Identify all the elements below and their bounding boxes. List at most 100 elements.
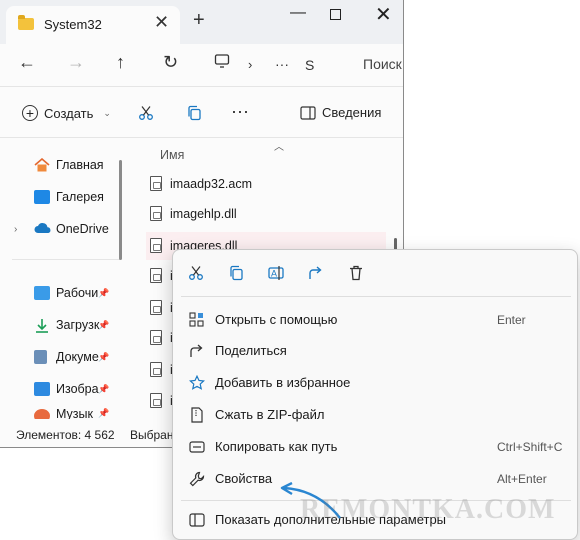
share-icon[interactable]: [307, 264, 325, 282]
divider: [12, 259, 120, 260]
sidebar-item-gallery[interactable]: Галерея: [0, 183, 120, 211]
downloads-icon: [34, 318, 50, 333]
menu-item-label: Свойства: [215, 471, 273, 486]
monitor-icon[interactable]: [214, 53, 230, 73]
refresh-icon[interactable]: ↻: [163, 52, 178, 72]
sidebar-scrollbar[interactable]: [119, 160, 122, 260]
create-label: Создать: [44, 105, 94, 121]
sidebar-item-music[interactable]: Музык 📌: [0, 407, 120, 419]
menu-item-label: Копировать как путь: [215, 439, 338, 454]
pin-icon: 📌: [98, 383, 110, 394]
folder-icon: [18, 15, 34, 30]
dll-file-icon: [150, 300, 162, 315]
file-icon: [150, 176, 162, 191]
menu-item-zip[interactable]: Сжать в ZIP-файл: [177, 400, 575, 430]
pictures-icon: [34, 382, 50, 396]
tab-close-icon[interactable]: ✕: [154, 12, 169, 33]
column-header-name[interactable]: Имя: [160, 148, 184, 162]
svg-text:A: A: [271, 269, 277, 279]
menu-item-label: Сжать в ZIP-файл: [215, 407, 325, 422]
sort-ascending-icon[interactable]: ︿: [274, 138, 284, 153]
menu-item-label: Открыть с помощью: [215, 312, 338, 327]
dll-file-icon: [150, 330, 162, 345]
sidebar-item-label: OneDrive: [56, 222, 109, 236]
forward-arrow-icon[interactable]: →: [67, 52, 85, 72]
gallery-icon: [34, 190, 50, 204]
search-input[interactable]: Поиск: [363, 56, 402, 72]
divider: [0, 86, 403, 87]
sidebar-item-label: Главная: [56, 158, 104, 172]
desktop-icon: [34, 286, 50, 300]
menu-item-share[interactable]: Поделиться: [177, 336, 575, 366]
sidebar-item-desktop[interactable]: Рабочи 📌: [0, 279, 120, 307]
sidebar-item-downloads[interactable]: Загрузк 📌: [0, 311, 120, 339]
details-label: Сведения: [322, 105, 382, 120]
onedrive-icon: [34, 222, 51, 236]
breadcrumb-system32[interactable]: S: [305, 55, 314, 75]
sidebar-item-label: Рабочи: [56, 286, 99, 300]
delete-icon[interactable]: [347, 264, 365, 282]
sidebar-item-home[interactable]: Главная: [0, 151, 120, 179]
pin-icon: 📌: [98, 319, 110, 330]
context-menu-quick-actions: A: [173, 250, 579, 296]
wrench-icon: [189, 471, 205, 487]
sidebar-item-onedrive[interactable]: › OneDrive: [0, 215, 120, 243]
sidebar-item-documents[interactable]: Докуме 📌: [0, 343, 120, 371]
sidebar-item-label: Музык: [56, 407, 93, 419]
home-icon: [34, 157, 50, 172]
selection-status: Выбран: [130, 428, 174, 442]
dll-file-icon: [150, 393, 162, 408]
breadcrumb-chevron-icon[interactable]: ›: [248, 55, 252, 75]
watermark: REMONTKA.COM: [300, 494, 556, 525]
share-icon: [189, 343, 205, 359]
open-with-icon: [189, 312, 205, 328]
documents-icon: [34, 350, 47, 364]
breadcrumb-ellipsis[interactable]: ···: [275, 54, 289, 74]
menu-separator: [181, 296, 571, 297]
rename-icon[interactable]: A: [267, 264, 285, 282]
menu-item-copy-path[interactable]: Копировать как путь Ctrl+Shift+C: [177, 432, 575, 462]
sidebar-item-pictures[interactable]: Изобра 📌: [0, 375, 120, 403]
copy-path-icon: [189, 439, 205, 455]
sidebar-item-label: Изобра: [56, 382, 99, 396]
music-icon: [34, 409, 50, 419]
minimize-button[interactable]: —: [290, 4, 306, 22]
sidebar-item-label: Галерея: [56, 190, 104, 204]
menu-item-add-favorites[interactable]: Добавить в избранное: [177, 368, 575, 398]
command-bar: + Создать ⌄ ··· Сведения: [0, 97, 403, 135]
file-row[interactable]: imaadp32.acm: [146, 170, 386, 198]
cut-button[interactable]: [138, 105, 154, 121]
maximize-button[interactable]: [330, 9, 341, 20]
pin-icon: 📌: [98, 287, 110, 298]
new-tab-button[interactable]: +: [193, 10, 205, 30]
copy-icon: [188, 105, 201, 121]
create-button[interactable]: + Создать ⌄: [22, 105, 111, 121]
dll-file-icon: [150, 268, 162, 283]
file-row[interactable]: imagehlp.dll: [146, 200, 386, 228]
details-button[interactable]: Сведения: [300, 105, 381, 120]
menu-item-shortcut: Ctrl+Shift+C: [497, 440, 563, 454]
dll-file-icon: [150, 362, 162, 377]
close-window-button[interactable]: ✕: [375, 2, 392, 27]
cut-icon[interactable]: [187, 264, 205, 282]
sidebar-item-label: Докуме: [56, 350, 99, 364]
copy-button[interactable]: [186, 105, 202, 121]
copy-icon[interactable]: [227, 264, 245, 282]
tab-system32[interactable]: System32 ✕: [6, 6, 180, 44]
plus-icon: +: [22, 105, 38, 121]
sidebar-item-label: Загрузк: [56, 318, 100, 332]
menu-item-properties[interactable]: Свойства Alt+Enter: [177, 464, 575, 494]
pin-icon: 📌: [98, 408, 110, 418]
tab-title: System32: [44, 17, 102, 32]
dll-file-icon: [150, 206, 162, 221]
menu-item-open-with[interactable]: Открыть с помощью Enter: [177, 305, 575, 335]
title-bar: System32 ✕ + — ✕: [0, 0, 403, 44]
dll-file-icon: [150, 238, 162, 253]
back-arrow-icon[interactable]: ←: [18, 52, 36, 72]
chevron-down-icon: ⌄: [103, 107, 111, 118]
up-arrow-icon[interactable]: ↑: [116, 52, 125, 72]
chevron-right-icon[interactable]: ›: [14, 224, 17, 235]
item-count: Элементов: 4 562: [16, 428, 115, 442]
more-options-icon[interactable]: ···: [231, 101, 249, 122]
file-name: imaadp32.acm: [170, 177, 252, 191]
